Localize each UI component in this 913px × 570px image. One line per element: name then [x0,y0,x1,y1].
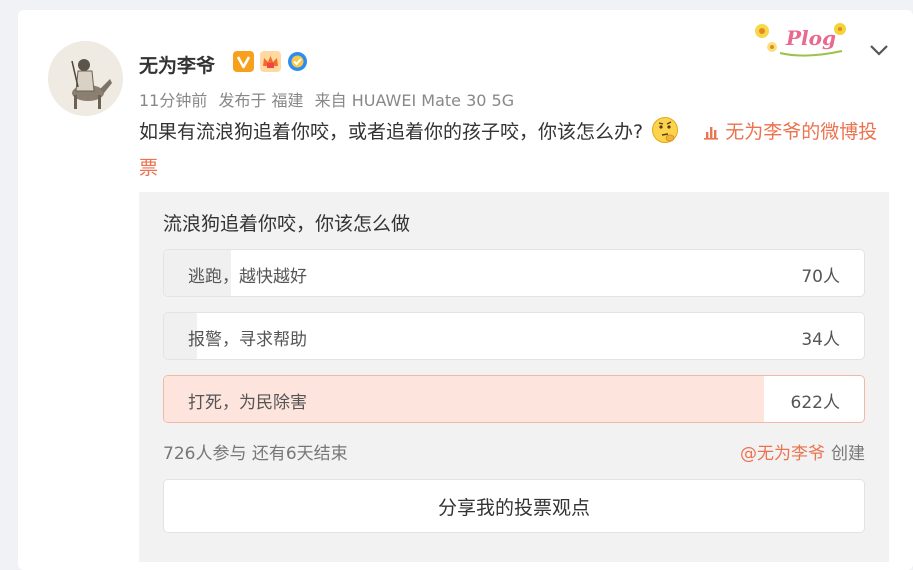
post-source: 来自 HUAWEI Mate 30 5G [314,91,515,110]
poll-option-count: 34人 [801,330,840,350]
post-time[interactable]: 11分钟前 [139,91,207,110]
bar-chart-icon [703,117,719,151]
share-vote-button[interactable]: 分享我的投票观点 [163,479,865,533]
poll-option-2[interactable]: 打死，为民除害 622人 [163,375,865,423]
verified-blue-icon[interactable] [287,51,308,72]
poll-creator: @无为李爷 创建 [740,439,865,464]
poll-option-0[interactable]: 逃跑，越快越好 70人 [163,249,865,297]
vip-v-icon[interactable] [233,51,254,72]
plog-sticker-text: Plog [785,26,836,50]
author-badges [233,51,308,72]
poll-option-count: 622人 [790,393,840,413]
post-location: 发布于 福建 [218,91,304,110]
poll-creator-suffix: 创建 [831,444,865,464]
crown-fan-icon[interactable] [260,51,281,72]
post-text: 如果有流浪狗追着你咬，或者追着你的孩子咬，你该怎么办? [139,121,644,143]
poll-option-count: 70人 [801,267,840,287]
poll-option-1[interactable]: 报警，寻求帮助 34人 [163,312,865,360]
post-meta: 11分钟前 发布于 福建 来自 HUAWEI Mate 30 5G [139,87,520,111]
plog-sticker: Plog [750,17,853,61]
poll-card: 流浪狗追着你咬，你该怎么做 逃跑，越快越好 70人 报警，寻求帮助 34人 打死… [139,192,889,562]
author-name[interactable]: 无为李爷 [139,51,215,78]
author-avatar[interactable] [48,41,123,116]
chevron-down-icon[interactable] [867,38,891,62]
poll-option-label: 逃跑，越快越好 [188,267,307,287]
poll-stats: 726人参与 还有6天结束 [163,444,348,464]
thinking-emoji-icon [651,116,679,144]
poll-option-label: 报警，寻求帮助 [188,330,307,350]
poll-title: 流浪狗追着你咬，你该怎么做 [163,213,411,235]
post-body: 如果有流浪狗追着你咬，或者追着你的孩子咬，你该怎么办? 无为李爷的微博投票 [139,115,891,185]
poll-creator-handle[interactable]: @无为李爷 [740,444,825,464]
poll-option-label: 打死，为民除害 [188,393,307,413]
